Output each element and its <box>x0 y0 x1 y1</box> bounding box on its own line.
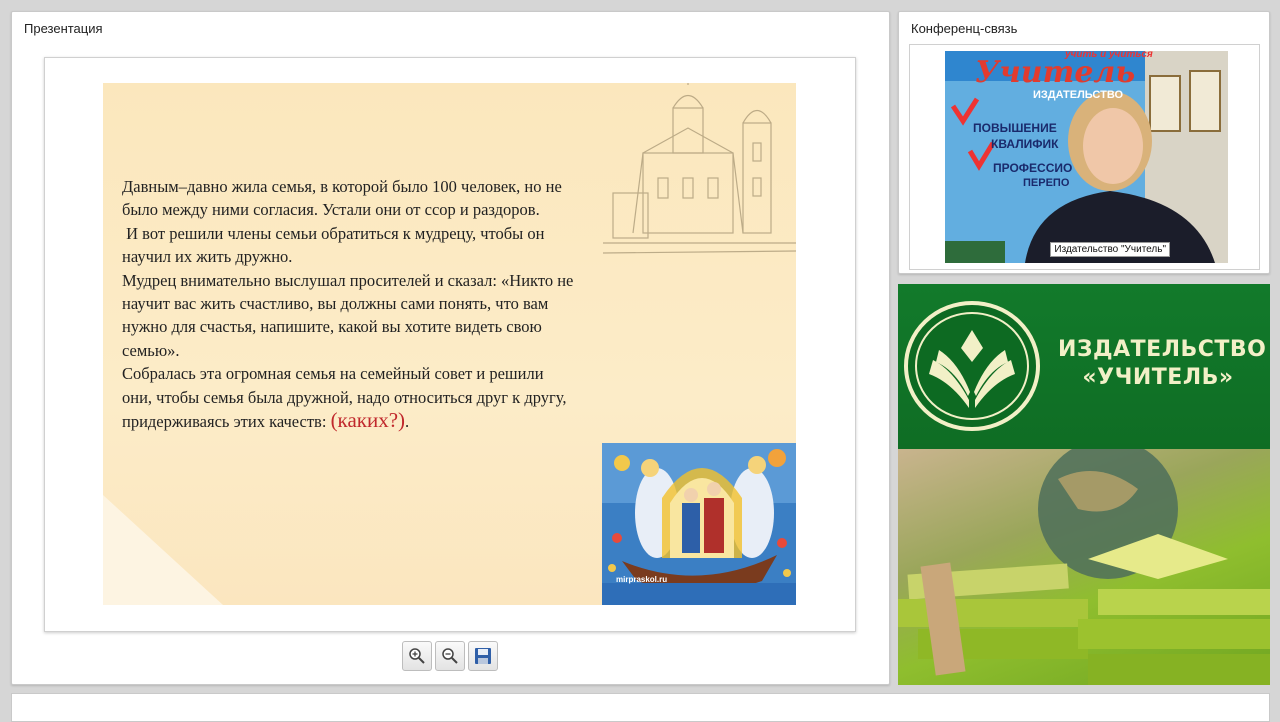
slide-line: Собралась эта огромная семья на семейный… <box>122 364 544 384</box>
poster-item: повышение <box>973 121 1057 135</box>
slide-last-line-prefix: придерживаясь этих качеств: <box>122 412 331 432</box>
publisher-name-line2: «УЧИТЕЛЬ» <box>1082 365 1234 390</box>
bottom-panel <box>11 693 1270 722</box>
slide-decor-corner <box>103 495 223 605</box>
poster-item: перепо <box>1023 177 1070 189</box>
slide-frame: Давным–давно жила семья, в которой было … <box>44 57 856 632</box>
slide-line: И вот решили члены семьи обратиться к му… <box>122 223 545 243</box>
zoom-out-button[interactable] <box>435 641 465 671</box>
poster-sub: издательство <box>1033 89 1124 101</box>
zoom-in-button[interactable] <box>402 641 432 671</box>
publisher-name: ИЗДАТЕЛЬСТВО «УЧИТЕЛЬ» <box>1058 336 1267 392</box>
slide: Давным–давно жила семья, в которой было … <box>103 83 796 605</box>
painting-caption: mirpraskol.ru <box>616 575 668 584</box>
poster-item: квалифик <box>991 137 1059 151</box>
save-button[interactable] <box>468 641 498 671</box>
slide-line: научит вас жить счастливо, вы должны сам… <box>122 294 549 314</box>
poster-item: профессио <box>993 161 1073 175</box>
banner-top: ИЗДАТЕЛЬСТВО «УЧИТЕЛЬ» <box>898 284 1270 449</box>
presentation-panel: Презентация Давным–давно жила семья, в к… <box>11 11 890 685</box>
slide-line: научил их жить дружно. <box>122 247 293 267</box>
webcam-video[interactable]: учить и учиться Учитель издательство пов… <box>945 51 1228 263</box>
publisher-logo-icon <box>904 301 1040 431</box>
video-container: учить и учиться Учитель издательство пов… <box>909 44 1260 270</box>
presentation-toolbar <box>402 641 501 671</box>
slide-line: Давным–давно жила семья, в которой было … <box>122 177 562 196</box>
conference-panel: Конференц-связь учить и учиться Учитель … <box>898 11 1270 274</box>
zoom-out-icon <box>442 648 458 664</box>
family-icon-painting: mirpraskol.ru <box>602 443 796 605</box>
slide-question: (каких?) <box>330 408 406 433</box>
books-globe-image <box>898 439 1270 685</box>
floppy-disk-icon <box>475 648 491 664</box>
slide-line: они, чтобы семья была дружной, надо отно… <box>122 387 567 407</box>
slide-line: нужно для счастья, напишите, какой вы хо… <box>122 317 542 337</box>
zoom-in-icon <box>409 648 425 664</box>
participant-name-label: Издательство "Учитель" <box>1050 242 1170 257</box>
presentation-title: Презентация <box>24 21 103 36</box>
slide-last-line-suffix: . <box>405 412 410 432</box>
poster-headline: Учитель <box>975 55 1136 90</box>
publisher-banner: ИЗДАТЕЛЬСТВО «УЧИТЕЛЬ» <box>898 284 1270 685</box>
banner-books-image <box>898 439 1270 685</box>
conference-title: Конференц-связь <box>911 21 1018 36</box>
slide-line: было между ними согласия. Устали они от … <box>122 200 540 220</box>
publisher-name-line1: ИЗДАТЕЛЬСТВО <box>1058 337 1267 362</box>
slide-line: семью». <box>122 340 180 360</box>
slide-line: Мудрец внимательно выслушал просителей и… <box>122 270 574 290</box>
slide-last-line: придерживаясь этих качеств: (каких?). <box>122 408 682 433</box>
slide-text: Давным–давно жила семья, в которой было … <box>122 175 682 433</box>
